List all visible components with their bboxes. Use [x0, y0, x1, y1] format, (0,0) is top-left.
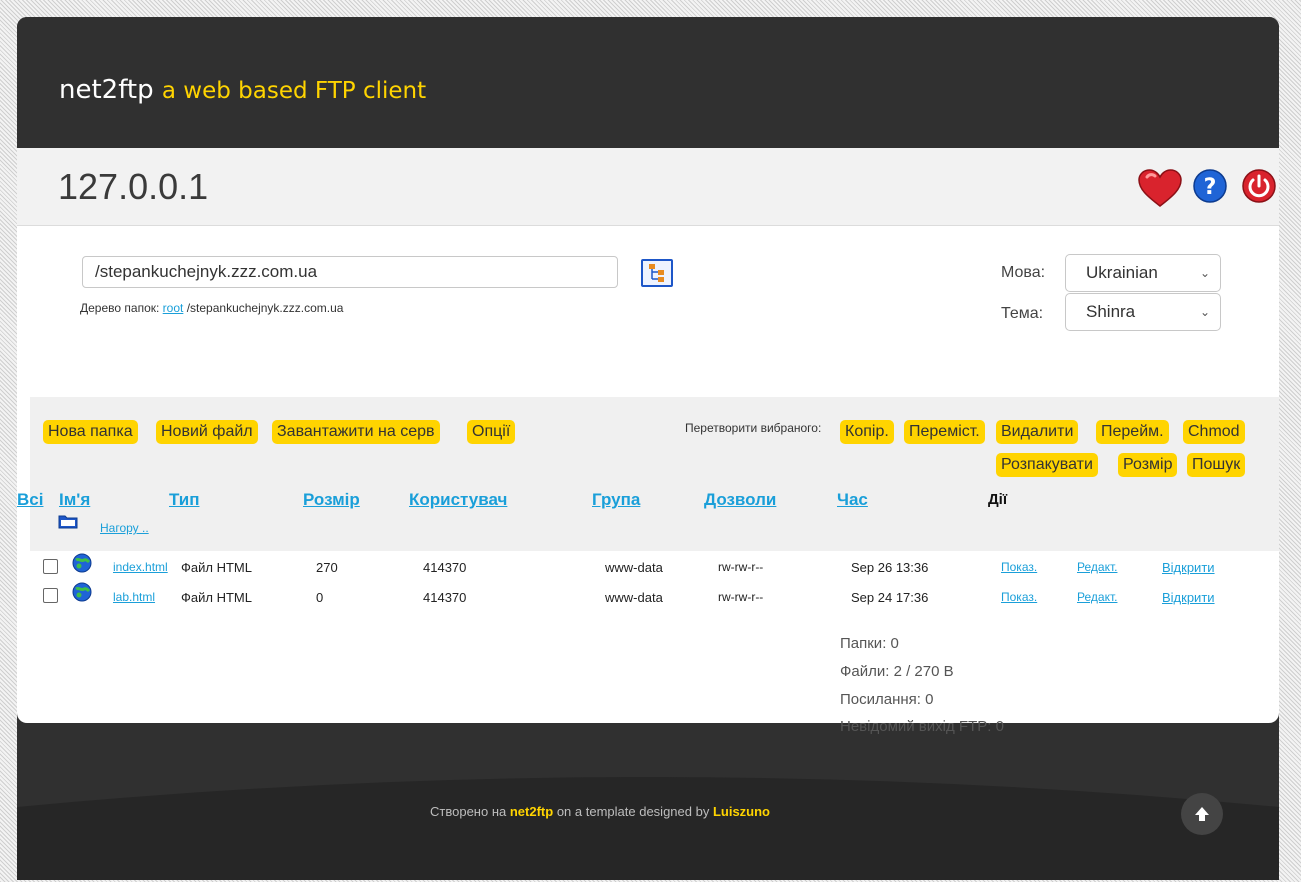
- file-type: Файл HTML: [181, 560, 252, 575]
- rename-button[interactable]: Перейм.: [1096, 420, 1169, 444]
- sort-time-link[interactable]: Час: [837, 490, 868, 510]
- file-size: 0: [316, 590, 324, 605]
- directory-input[interactable]: /stepankuchejnyk.zzz.com.ua: [82, 256, 618, 288]
- server-host: 127.0.0.1: [58, 166, 209, 207]
- sort-perms-link[interactable]: Дозволи: [704, 490, 776, 510]
- transform-label: Перетворити вибраного:: [685, 421, 822, 435]
- footer-created: Створено на: [430, 804, 507, 819]
- footer-app-link[interactable]: net2ftp: [510, 804, 553, 819]
- breadcrumb: Дерево папок: root /stepankuchejnyk.zzz.…: [80, 301, 343, 315]
- file-user: 414370: [423, 560, 467, 575]
- stats-links: Посилання: 0: [840, 691, 934, 708]
- file-time: Sep 26 13:36: [851, 560, 929, 575]
- file-name-link[interactable]: index.html: [113, 560, 168, 574]
- language-label: Мова:: [1001, 264, 1046, 281]
- delete-button[interactable]: Видалити: [996, 420, 1079, 444]
- move-button[interactable]: Переміст.: [904, 420, 985, 444]
- parent-directory-link[interactable]: Нагору ..: [100, 521, 149, 535]
- footer-middle: on a template designed by: [556, 804, 710, 819]
- options-button[interactable]: Опції: [467, 420, 516, 444]
- file-toolbar: Нова папка Новий файл Завантажити на сер…: [17, 397, 1279, 551]
- language-select[interactable]: Ukrainian ⌄: [1065, 254, 1221, 292]
- directory-tree-button[interactable]: [641, 259, 673, 287]
- main-content: /stepankuchejnyk.zzz.com.ua Дерево папок…: [17, 226, 1279, 735]
- breadcrumb-path: /stepankuchejnyk.zzz.com.ua: [186, 301, 344, 315]
- actions-header: Дії: [988, 491, 1008, 508]
- size-button[interactable]: Розмір: [1118, 453, 1178, 477]
- file-group: www-data: [605, 560, 663, 575]
- breadcrumb-root-link[interactable]: root: [163, 301, 184, 315]
- sort-name-link[interactable]: Ім'я: [59, 490, 90, 510]
- brand-title: net2ftp a web based FTP client: [59, 75, 426, 105]
- edit-link[interactable]: Редакт.: [1077, 560, 1117, 574]
- app-frame: net2ftp a web based FTP client 127.0.0.1…: [17, 17, 1279, 880]
- help-icon[interactable]: ?: [1192, 168, 1228, 204]
- view-link[interactable]: Показ.: [1001, 560, 1037, 574]
- brand-tagline: a web based FTP client: [161, 78, 427, 104]
- new-folder-button[interactable]: Нова папка: [43, 420, 138, 444]
- row-checkbox[interactable]: [43, 588, 58, 603]
- view-link[interactable]: Показ.: [1001, 590, 1037, 604]
- search-button[interactable]: Пошук: [1187, 453, 1246, 477]
- breadcrumb-label: Дерево папок:: [80, 301, 160, 315]
- scroll-top-button[interactable]: [1181, 793, 1223, 835]
- chevron-down-icon: ⌄: [1199, 266, 1210, 280]
- open-link[interactable]: Відкрити: [1162, 560, 1215, 575]
- copy-button[interactable]: Копір.: [840, 420, 894, 444]
- open-link[interactable]: Відкрити: [1162, 590, 1215, 605]
- theme-label: Тема:: [1001, 305, 1044, 322]
- file-name-link[interactable]: lab.html: [113, 590, 155, 604]
- brand-name: net2ftp: [59, 75, 154, 105]
- footer-credits: Створено на net2ftp on a template design…: [430, 804, 770, 819]
- footer-author-link[interactable]: Luiszuno: [713, 804, 770, 819]
- svg-text:?: ?: [1204, 175, 1217, 200]
- sort-user-link[interactable]: Користувач: [409, 490, 507, 510]
- sort-group-link[interactable]: Група: [592, 490, 640, 510]
- upload-button[interactable]: Завантажити на серв: [272, 420, 440, 444]
- html-file-icon: [72, 553, 92, 573]
- row-checkbox[interactable]: [43, 559, 58, 574]
- select-all-link[interactable]: Всі: [17, 490, 43, 510]
- chevron-down-icon: ⌄: [1199, 305, 1210, 319]
- unzip-button[interactable]: Розпакувати: [996, 453, 1098, 477]
- stats-unknown: Невідомий вихід FTP: 0: [840, 718, 1004, 735]
- sort-type-link[interactable]: Тип: [169, 490, 199, 510]
- power-icon[interactable]: [1241, 168, 1277, 204]
- heart-icon[interactable]: [1137, 168, 1183, 208]
- edit-link[interactable]: Редакт.: [1077, 590, 1117, 604]
- header: net2ftp a web based FTP client: [17, 17, 1279, 148]
- stats-folders: Папки: 0: [840, 635, 899, 652]
- file-type: Файл HTML: [181, 590, 252, 605]
- file-size: 270: [316, 560, 338, 575]
- chmod-button[interactable]: Chmod: [1183, 420, 1245, 444]
- new-file-button[interactable]: Новий файл: [156, 420, 258, 444]
- file-perms: rw-rw-r--: [718, 560, 764, 574]
- file-time: Sep 24 17:36: [851, 590, 929, 605]
- file-group: www-data: [605, 590, 663, 605]
- theme-value: Shinra: [1086, 302, 1136, 321]
- sort-size-link[interactable]: Розмір: [303, 490, 360, 510]
- theme-select[interactable]: Shinra ⌄: [1065, 293, 1221, 331]
- arrow-up-icon: [1195, 807, 1209, 821]
- tree-icon: [649, 264, 664, 282]
- stats-files: Файли: 2 / 270 B: [840, 663, 954, 680]
- language-value: Ukrainian: [1086, 263, 1158, 282]
- file-perms: rw-rw-r--: [718, 590, 764, 604]
- server-band: 127.0.0.1 ?: [17, 148, 1279, 226]
- folder-up-icon: [58, 515, 78, 529]
- file-user: 414370: [423, 590, 467, 605]
- html-file-icon: [72, 582, 92, 602]
